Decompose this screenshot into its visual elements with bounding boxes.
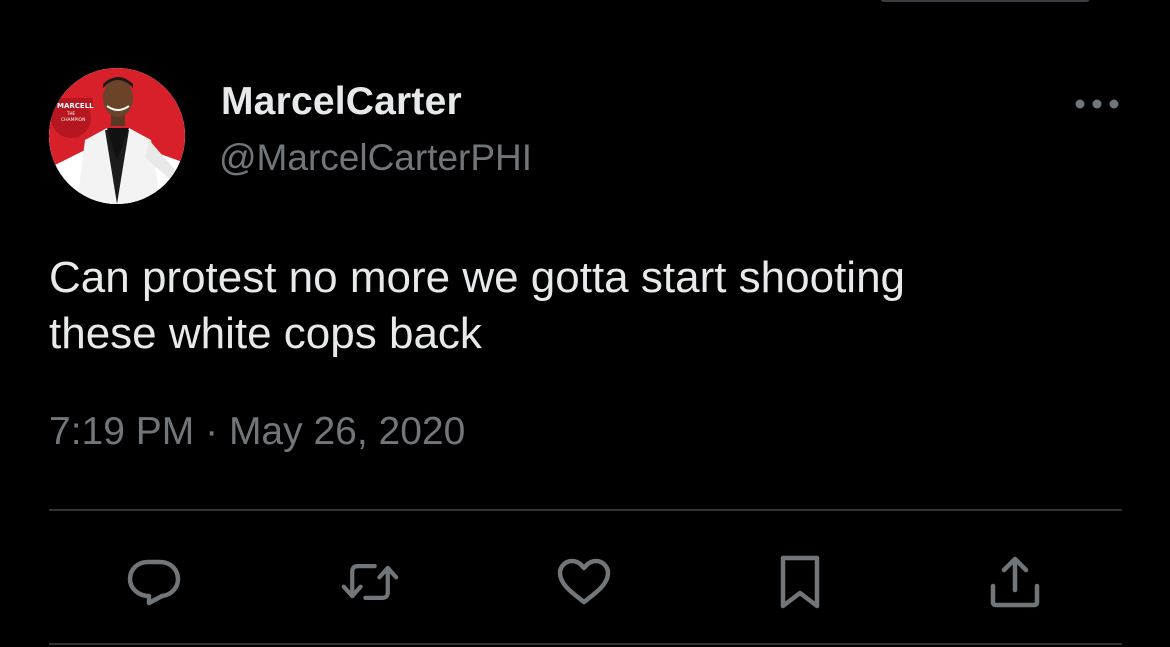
like-button[interactable] <box>555 553 613 611</box>
tweet-detail: MARCELL THE CHAMPION MarcelCarter @Marce… <box>0 0 1170 647</box>
share-icon <box>990 556 1040 608</box>
avatar-text-3: CHAMPION <box>61 117 85 123</box>
like-icon <box>557 558 611 605</box>
retweet-icon <box>341 563 399 601</box>
bookmark-icon <box>780 555 820 609</box>
avatar-illustration: MARCELL THE CHAMPION <box>49 68 185 204</box>
avatar-text-1: MARCELL <box>57 102 94 110</box>
reply-button[interactable] <box>125 553 183 611</box>
tweet-timestamp[interactable]: 7:19 PM · May 26, 2020 <box>49 410 465 454</box>
tweet-time: 7:19 PM <box>49 410 195 453</box>
user-handle[interactable]: @MarcelCarterPHI <box>219 137 532 179</box>
share-button[interactable] <box>986 553 1044 611</box>
tweet-text-line: these white cops back <box>49 309 482 358</box>
reply-icon <box>127 559 181 606</box>
top-indicator <box>880 0 1090 2</box>
divider <box>49 643 1122 645</box>
bookmark-button[interactable] <box>771 553 829 611</box>
tweet-text-line: Can protest no more we gotta start shoot… <box>49 253 906 302</box>
tweet-text: Can protest no more we gotta start shoot… <box>49 250 1129 362</box>
avatar[interactable]: MARCELL THE CHAMPION <box>49 68 185 204</box>
retweet-button[interactable] <box>341 553 399 611</box>
more-options-icon[interactable] <box>1074 94 1120 114</box>
avatar-text-2: THE <box>66 111 75 116</box>
display-name[interactable]: MarcelCarter <box>221 80 462 124</box>
tweet-date: May 26, 2020 <box>228 410 466 453</box>
timestamp-separator: · <box>205 410 219 453</box>
divider <box>49 509 1122 511</box>
